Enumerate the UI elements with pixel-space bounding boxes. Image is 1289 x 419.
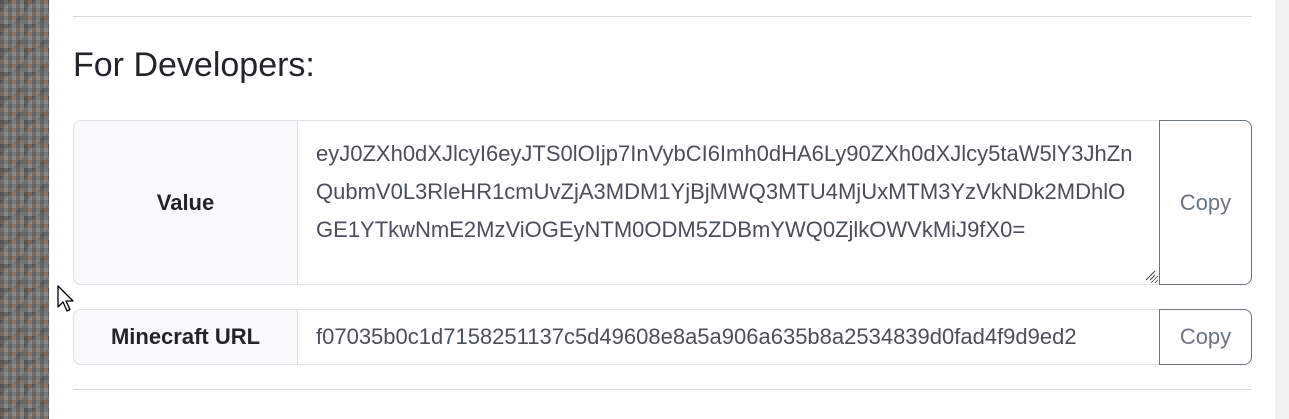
scrollbar-track[interactable] [1275,0,1289,419]
background-texture [0,0,49,419]
value-textarea[interactable] [298,121,1159,284]
minecraft-url-label: Minecraft URL [73,309,297,365]
value-input-group: Value Copy [73,120,1252,285]
section-heading: For Developers: [73,46,315,84]
minecraft-url-input[interactable] [298,310,1159,364]
minecraft-url-input-group: Minecraft URL Copy [73,309,1252,365]
copy-url-button[interactable]: Copy [1159,309,1252,365]
page: For Developers: Value Copy Minecraft URL… [0,0,1289,419]
copy-value-button[interactable]: Copy [1159,120,1252,285]
resize-grip-icon[interactable] [1144,269,1156,281]
mouse-pointer-icon [57,285,74,312]
divider-bottom [73,389,1252,390]
minecraft-url-field-wrapper [297,309,1159,365]
value-field-wrapper [297,120,1159,285]
value-label: Value [73,120,297,285]
divider-top [73,16,1252,17]
